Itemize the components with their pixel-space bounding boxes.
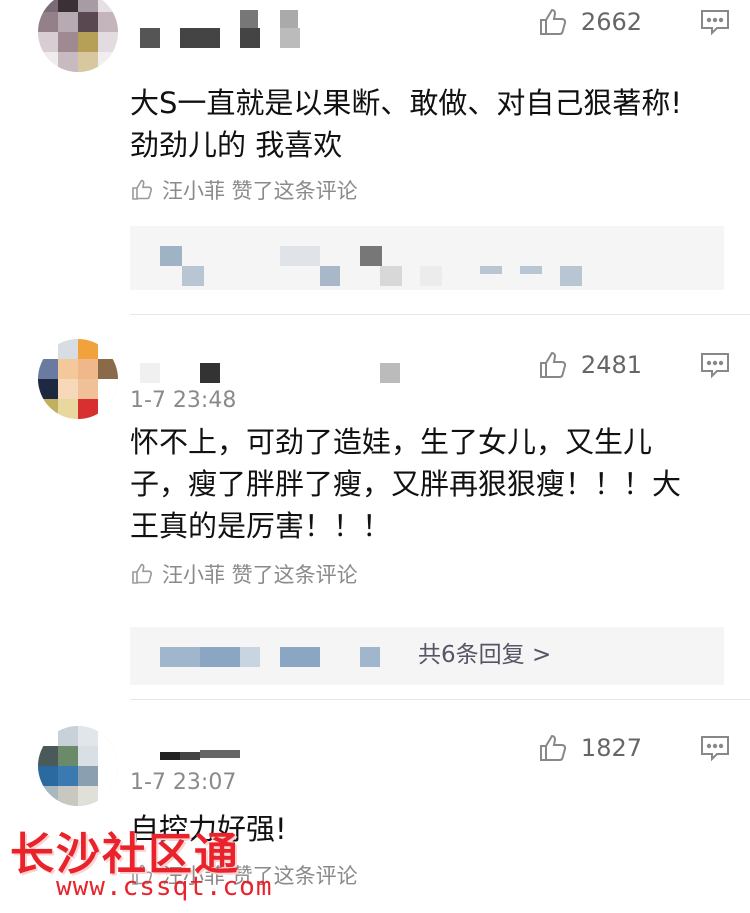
like-count: 2662 <box>580 8 642 36</box>
comment-reply-icon[interactable] <box>700 351 730 379</box>
reply-count-link[interactable]: 共6条回复 > <box>418 635 551 669</box>
site-watermark: 长沙社区通 www.cssqt.com <box>10 832 273 903</box>
like-count: 2481 <box>580 351 642 379</box>
comment-reply-icon[interactable] <box>700 734 730 762</box>
comment-text: 大S一直就是以果断、敢做、对自己狠著称! 劲劲儿的 我喜欢 <box>130 86 683 162</box>
like-button[interactable]: 2481 <box>537 345 642 385</box>
comment-text: 怀不上，可劲了造娃，生了女儿，又生儿 子，瘦了胖胖了瘦，又胖再狠狠瘦！！！大 王… <box>130 425 682 543</box>
liked-thumb-icon <box>132 563 153 584</box>
comment-1: 2662 大S一直就是以果断、敢做、对自己狠著称! 劲劲儿的 我喜欢 汪小菲 赞… <box>0 0 750 315</box>
like-button[interactable]: 1827 <box>537 728 642 768</box>
like-count: 1827 <box>580 734 642 762</box>
comment-2: 2481 1-7 23:48 怀不上，可劲了造娃，生了女儿，又生儿 子，瘦了胖胖… <box>0 315 750 700</box>
thumbs-up-icon <box>539 8 567 35</box>
like-button[interactable]: 2662 <box>537 2 642 42</box>
username-blurred[interactable] <box>140 363 410 385</box>
thumbs-up-icon <box>539 734 567 761</box>
liked-by-author: 汪小菲 赞了这条评论 <box>130 175 358 205</box>
liked-by-author: 汪小菲 赞了这条评论 <box>130 559 358 589</box>
username-blurred[interactable] <box>160 744 260 766</box>
avatar[interactable] <box>38 0 118 72</box>
avatar[interactable] <box>38 726 118 806</box>
thumbs-up-icon <box>539 351 567 378</box>
username-blurred[interactable] <box>140 10 300 50</box>
liked-thumb-icon <box>132 179 153 200</box>
avatar[interactable] <box>38 339 118 419</box>
watermark-url: www.cssqt.com <box>56 872 273 902</box>
reply-preview[interactable] <box>130 226 724 290</box>
reply-preview[interactable]: 共6条回复 > <box>130 627 724 685</box>
comment-time: 1-7 23:07 <box>130 770 237 795</box>
comment-reply-icon[interactable] <box>700 8 730 36</box>
comment-time: 1-7 23:48 <box>130 388 237 413</box>
